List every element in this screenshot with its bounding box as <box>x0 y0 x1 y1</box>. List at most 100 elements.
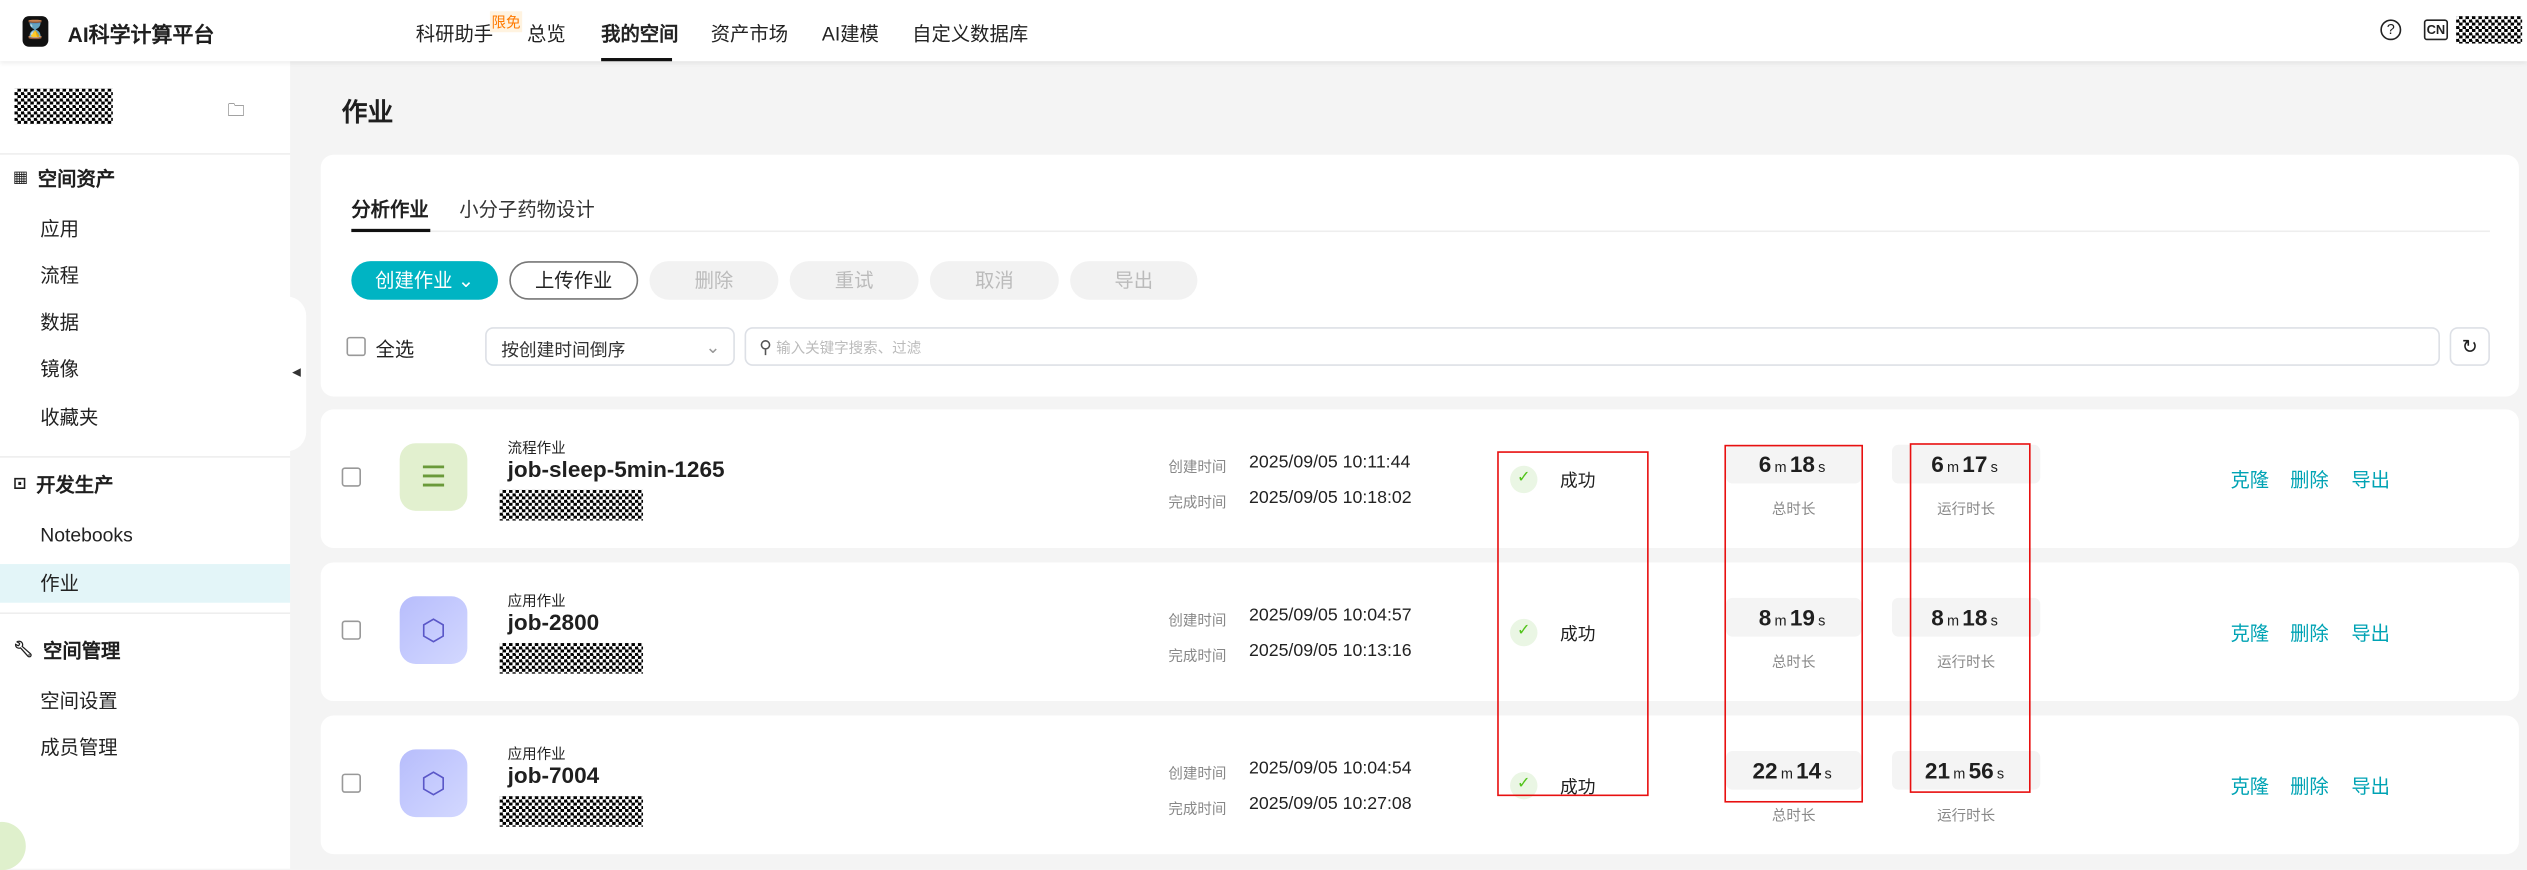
job-checkbox[interactable] <box>341 467 361 487</box>
finished-time: 2025/09/05 10:13:16 <box>1248 641 1412 661</box>
cancel-button[interactable]: 取消 <box>929 261 1059 300</box>
run-duration-label: 运行时长 <box>1937 807 1996 824</box>
sidebar-item-apps[interactable]: 应用 <box>0 210 290 249</box>
divider <box>0 153 291 155</box>
sidebar-item-jobs[interactable]: 作业 <box>0 564 291 603</box>
job-owner-redacted <box>499 796 644 827</box>
sort-select[interactable]: 按创建时间倒序 ⌄ <box>485 327 735 366</box>
job-card: ☰ 流程作业 job-sleep-5min-1265 创建时间 2025/09/… <box>320 409 2519 548</box>
section-title: 开发生产 <box>36 473 114 497</box>
created-label: 创建时间 <box>1168 612 1227 629</box>
job-type-icon: ⬡ <box>399 596 468 664</box>
export-link[interactable]: 导出 <box>2351 772 2390 799</box>
sidebar: 🗀 ▦ 空间资产 应用 流程 数据 镜像 收藏夹 ⊡ 开发生产 Notebooks … <box>0 61 291 870</box>
finished-label: 完成时间 <box>1168 494 1227 511</box>
finished-time: 2025/09/05 10:27:08 <box>1248 794 1412 814</box>
clone-link[interactable]: 克隆 <box>2230 772 2269 799</box>
job-card: ⬡ 应用作业 job-7004 创建时间 2025/09/05 10:04:54… <box>320 715 2519 855</box>
sidebar-item-space-settings[interactable]: 空间设置 <box>0 682 290 721</box>
job-name[interactable]: job-7004 <box>508 762 600 788</box>
job-type-icon: ☰ <box>399 443 468 511</box>
tab-analysis-jobs[interactable]: 分析作业 <box>351 195 428 222</box>
job-type: 应用作业 <box>507 746 566 763</box>
search-input[interactable]: ⚲ 输入关键字搜索、过滤 <box>744 327 2440 366</box>
space-avatar <box>14 88 113 125</box>
created-time: 2025/09/05 10:04:57 <box>1248 605 1412 626</box>
nav-active-indicator <box>601 58 673 62</box>
section-dev-production: ⊡ 开发生产 <box>13 471 114 498</box>
finished-time: 2025/09/05 10:18:02 <box>1248 488 1412 508</box>
chevron-down-icon: ⌄ <box>457 269 475 292</box>
divider <box>0 612 291 615</box>
help-icon[interactable]: ? <box>2380 19 2402 41</box>
chevron-down-icon: ⌄ <box>705 338 721 358</box>
wrench-icon: 🔧︎ <box>12 641 34 660</box>
job-type: 应用作业 <box>507 593 566 610</box>
finished-label: 完成时间 <box>1168 647 1227 664</box>
job-name[interactable]: job-2800 <box>508 609 600 635</box>
job-card: ⬡ 应用作业 job-2800 创建时间 2025/09/05 10:04:57… <box>320 562 2519 702</box>
created-label: 创建时间 <box>1168 459 1227 476</box>
free-badge: 限免 <box>489 11 523 33</box>
created-label: 创建时间 <box>1168 765 1227 782</box>
nav-ai-modeling[interactable]: AI建模 <box>822 19 879 46</box>
tab-divider <box>351 230 2490 233</box>
job-owner-redacted <box>499 643 644 674</box>
switch-space-icon[interactable]: 🗀 <box>227 97 245 128</box>
job-checkbox[interactable] <box>341 620 361 640</box>
sidebar-item-images[interactable]: 镜像 <box>0 350 290 389</box>
retry-button[interactable]: 重试 <box>789 261 919 300</box>
select-all-label: 全选 <box>375 338 415 361</box>
cube-icon: ⬡ <box>420 613 447 646</box>
language-toggle[interactable]: CN <box>2423 19 2449 41</box>
nav-asset-market[interactable]: 资产市场 <box>711 19 788 46</box>
export-link[interactable]: 导出 <box>2351 619 2390 646</box>
nav-my-space[interactable]: 我的空间 <box>601 19 678 46</box>
delete-button[interactable]: 删除 <box>649 261 779 300</box>
export-button[interactable]: 导出 <box>1070 261 1198 300</box>
assistant-bubble[interactable] <box>0 821 26 870</box>
search-icon: ⚲ <box>759 338 773 358</box>
divider <box>0 456 291 458</box>
section-title: 空间管理 <box>43 639 121 663</box>
top-header: ⌛ AI科学计算平台 科研助手 限免 总览 我的空间 资产市场 AI建模 自定义… <box>0 0 2527 62</box>
clone-link[interactable]: 克隆 <box>2230 619 2269 646</box>
flow-icon: ☰ <box>420 460 447 493</box>
delete-link[interactable]: 删除 <box>2290 772 2329 799</box>
page-title: 作业 <box>341 99 394 128</box>
terminal-icon: ⊡ <box>12 475 27 494</box>
sidebar-item-members[interactable]: 成员管理 <box>0 728 290 767</box>
create-job-button[interactable]: 创建作业 ⌄ <box>351 261 498 300</box>
nav-overview[interactable]: 总览 <box>527 19 566 46</box>
select-all-checkbox[interactable] <box>346 336 366 357</box>
app-title: AI科学计算平台 <box>67 22 215 47</box>
job-name[interactable]: job-sleep-5min-1265 <box>508 456 725 482</box>
section-space-management: 🔧︎ 空间管理 <box>13 637 121 664</box>
section-title: 空间资产 <box>37 167 116 191</box>
collapse-sidebar-button[interactable]: ◀ <box>286 296 307 452</box>
export-link[interactable]: 导出 <box>2351 466 2390 493</box>
user-avatar[interactable] <box>2456 16 2523 44</box>
job-type-icon: ⬡ <box>399 749 468 818</box>
highlight-box-status <box>1497 451 1649 797</box>
sidebar-item-flows[interactable]: 流程 <box>0 256 290 295</box>
sidebar-item-data[interactable]: 数据 <box>0 303 290 342</box>
tab-small-molecule[interactable]: 小分子药物设计 <box>459 195 594 222</box>
highlight-box-run-duration <box>1909 443 2031 793</box>
logo-icon: ⌛ <box>22 16 49 47</box>
sidebar-item-favorites[interactable]: 收藏夹 <box>0 398 290 437</box>
nav-research-assistant[interactable]: 科研助手 <box>416 19 493 46</box>
clone-link[interactable]: 克隆 <box>2230 466 2269 493</box>
job-type: 流程作业 <box>507 439 566 457</box>
refresh-button[interactable]: ↻ <box>2449 327 2490 366</box>
job-checkbox[interactable] <box>341 773 361 793</box>
upload-job-button[interactable]: 上传作业 <box>509 261 639 300</box>
delete-link[interactable]: 删除 <box>2290 466 2329 493</box>
sidebar-item-notebooks[interactable]: Notebooks <box>0 516 290 555</box>
nav-custom-database[interactable]: 自定义数据库 <box>912 19 1028 46</box>
created-time: 2025/09/05 10:11:44 <box>1248 452 1411 473</box>
finished-label: 完成时间 <box>1168 800 1227 818</box>
delete-link[interactable]: 删除 <box>2290 619 2329 646</box>
tab-active-indicator <box>351 228 431 233</box>
grid-icon: ▦ <box>12 169 29 187</box>
